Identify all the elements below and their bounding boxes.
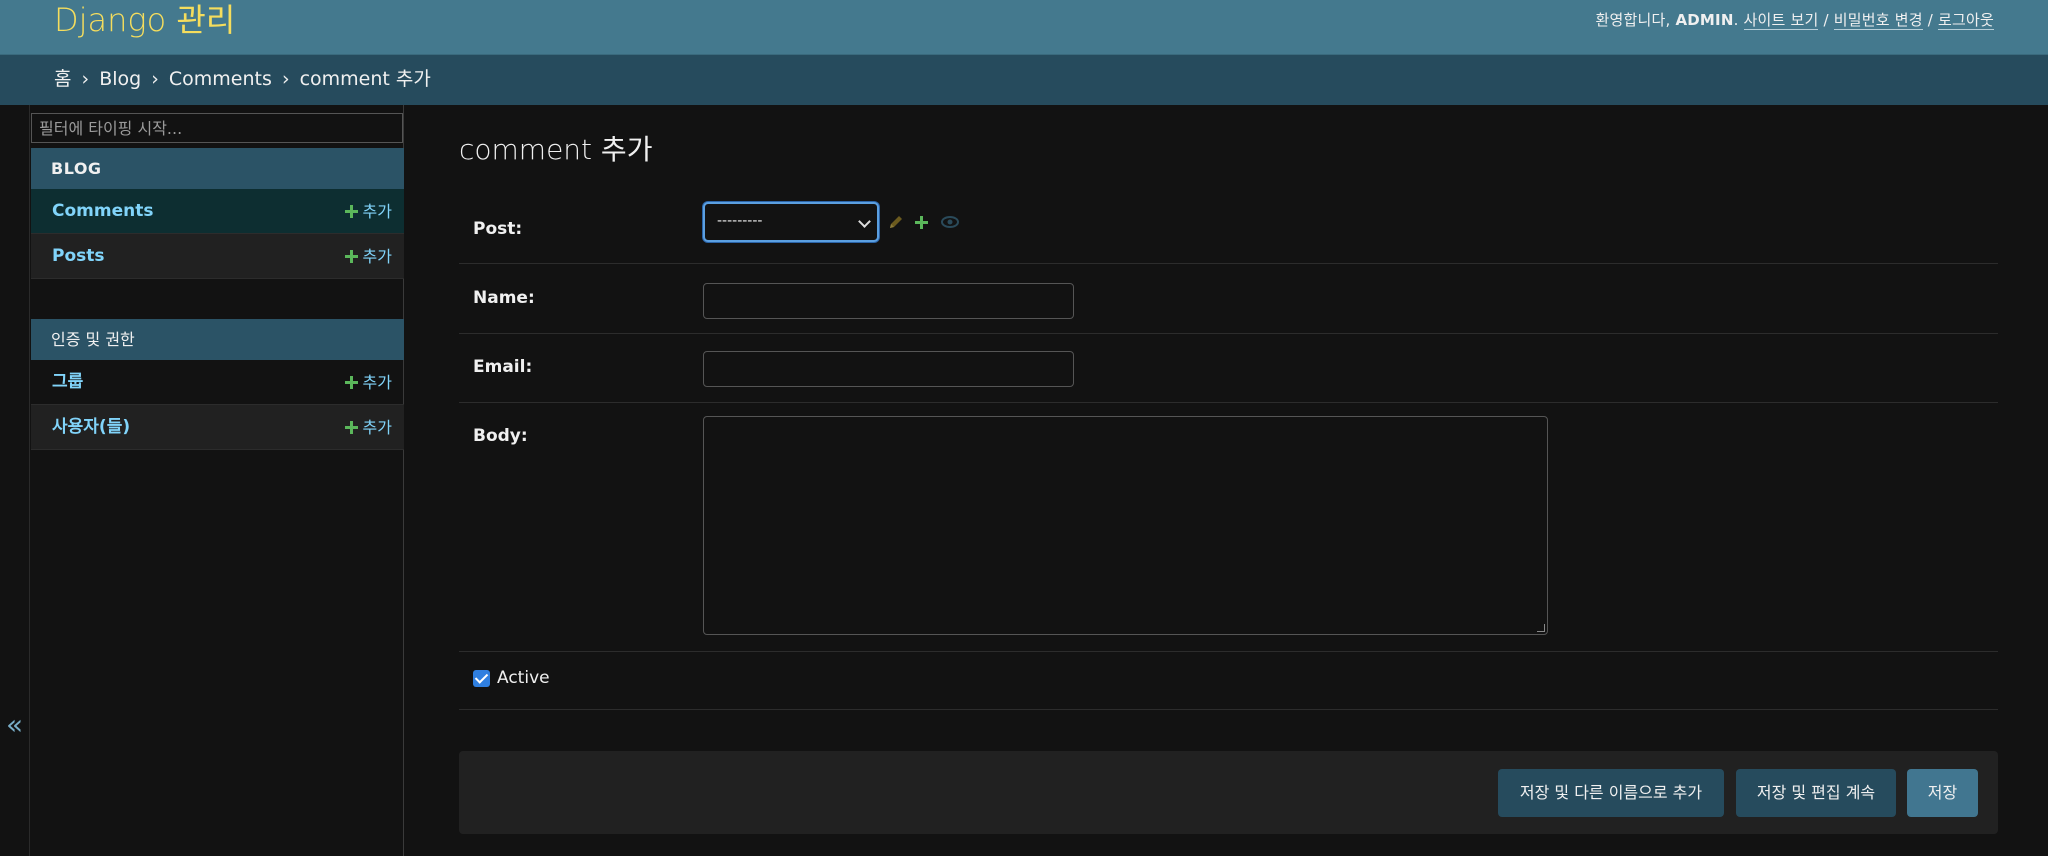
add-group-link[interactable]: 추가: [344, 360, 392, 405]
breadcrumb-current: comment 추가: [299, 68, 431, 90]
nav-filter-input[interactable]: [31, 113, 403, 143]
breadcrumb-separator: ›: [151, 68, 159, 90]
active-label[interactable]: Active: [497, 668, 550, 688]
pencil-icon[interactable]: [888, 214, 904, 234]
site-header: Django 관리 환영합니다, ADMIN. 사이트 보기 / 비밀번호 변경 / 로…: [0, 0, 2048, 55]
save-as-new-button[interactable]: 저장 및 다른 이름으로 추가: [1498, 769, 1724, 817]
post-select-value: ---------: [717, 213, 763, 229]
breadcrumb: 홈 › Blog › Comments › comment 추가: [0, 55, 2048, 105]
add-label: 추가: [362, 418, 392, 437]
add-comment-link[interactable]: 추가: [344, 189, 392, 234]
main-content: comment 추가 Post: --------- Name: Email: …: [404, 105, 2048, 856]
nav-sidebar: BLOG Comments 추가 Posts 추가 인증 및 권한 그룹 추가 …: [30, 105, 404, 856]
breadcrumb-separator: ›: [81, 68, 90, 90]
form-row-email: Email:: [459, 334, 1998, 403]
add-user-link[interactable]: 추가: [344, 405, 392, 450]
add-label: 추가: [362, 202, 392, 221]
body-label: Body:: [473, 426, 528, 446]
body-textarea[interactable]: [703, 416, 1548, 635]
add-label: 추가: [362, 373, 392, 392]
breadcrumb-model[interactable]: Comments: [169, 68, 272, 90]
page-title: comment 추가: [459, 133, 653, 166]
separator: /: [1927, 11, 1933, 29]
form-row-name: Name:: [459, 264, 1998, 334]
add-label: 추가: [362, 247, 392, 266]
app-caption-blog[interactable]: BLOG: [31, 148, 404, 189]
resize-grip-icon[interactable]: [1537, 624, 1545, 632]
sidebar-item-groups-link[interactable]: 그룹: [52, 372, 83, 392]
post-label: Post:: [473, 219, 523, 239]
sidebar-item-comments-link[interactable]: Comments: [52, 201, 153, 221]
email-label: Email:: [473, 357, 533, 377]
save-continue-button[interactable]: 저장 및 편집 계속: [1736, 769, 1896, 817]
sidebar-item-comments: Comments 추가: [31, 189, 404, 234]
add-post-link[interactable]: 추가: [344, 234, 392, 279]
eye-icon[interactable]: [941, 214, 959, 233]
post-select[interactable]: ---------: [703, 202, 879, 242]
sidebar-item-posts: Posts 추가: [31, 234, 404, 279]
active-checkbox[interactable]: [473, 670, 490, 687]
app-caption-auth[interactable]: 인증 및 권한: [31, 319, 404, 360]
chevron-down-icon: [858, 215, 871, 228]
plus-icon: [344, 421, 358, 434]
plus-icon: [344, 250, 358, 263]
email-field[interactable]: [703, 351, 1074, 387]
form-row-post: Post: ---------: [459, 192, 1998, 264]
sidebar-item-groups: 그룹 추가: [31, 360, 404, 405]
username: ADMIN: [1675, 11, 1734, 29]
breadcrumb-app[interactable]: Blog: [99, 68, 141, 90]
sidebar-item-users-link[interactable]: 사용자(들): [52, 417, 130, 437]
user-tools: 환영합니다, ADMIN. 사이트 보기 / 비밀번호 변경 / 로그아웃: [1595, 11, 1994, 30]
collapse-sidebar-button[interactable]: «: [6, 711, 23, 739]
plus-icon: [344, 205, 358, 218]
change-password-link[interactable]: 비밀번호 변경: [1833, 11, 1923, 30]
sidebar-toggle-column: «: [0, 105, 30, 856]
submit-row: 저장 및 다른 이름으로 추가 저장 및 편집 계속 저장: [459, 751, 1998, 834]
view-site-link[interactable]: 사이트 보기: [1743, 11, 1819, 30]
app-blog: BLOG Comments 추가 Posts 추가: [31, 148, 404, 279]
sidebar-item-posts-link[interactable]: Posts: [52, 246, 105, 266]
site-brand[interactable]: Django 관리: [54, 0, 235, 42]
plus-icon: [344, 376, 358, 389]
separator: /: [1823, 11, 1829, 29]
form-row-body: Body:: [459, 403, 1998, 652]
app-auth: 인증 및 권한 그룹 추가 사용자(들) 추가: [31, 319, 404, 450]
plus-icon[interactable]: [915, 214, 934, 233]
name-field[interactable]: [703, 283, 1074, 319]
welcome-text: 환영합니다,: [1595, 11, 1671, 29]
logout-link[interactable]: 로그아웃: [1937, 11, 1994, 30]
name-label: Name:: [473, 288, 535, 308]
breadcrumb-home[interactable]: 홈: [54, 68, 71, 90]
sidebar-item-users: 사용자(들) 추가: [31, 405, 404, 450]
form-row-active: Active: [459, 652, 1998, 710]
breadcrumb-separator: ›: [281, 68, 290, 90]
save-button[interactable]: 저장: [1907, 769, 1978, 817]
